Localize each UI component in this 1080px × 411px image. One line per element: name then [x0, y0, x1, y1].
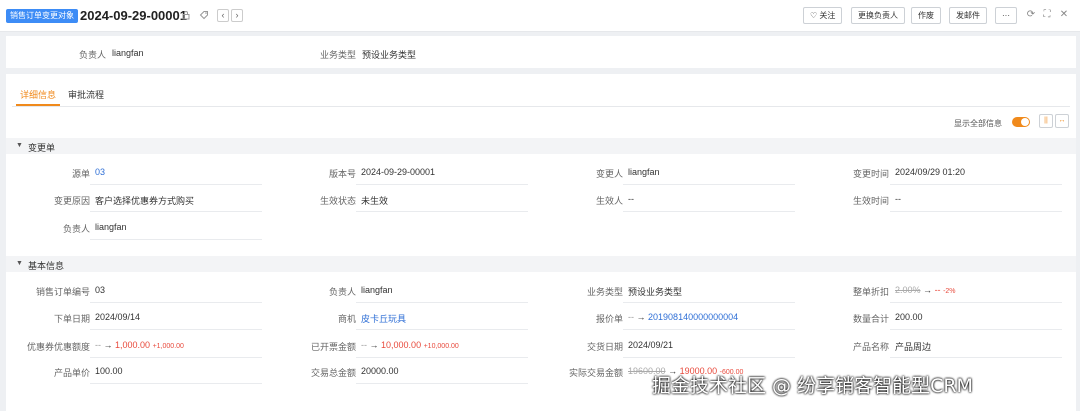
change-time-value: 2024/09/29 01:20 [895, 167, 966, 177]
heart-icon: ♡ [810, 11, 818, 20]
section-change-title: 变更单 [28, 143, 56, 153]
opportunity-link[interactable]: 皮卡丘玩具 [361, 312, 406, 325]
coupon-new: 1,000.00 [115, 340, 151, 350]
arrow-right-icon: → [923, 285, 933, 295]
coupon-delta: +1,000.00 [152, 343, 184, 350]
section-change-header[interactable]: ▼ 变更单 [6, 138, 1076, 154]
record-title: 2024-09-29-00001 [80, 8, 187, 23]
expand-view-icon[interactable]: ↔ [1055, 114, 1069, 128]
lock-icon[interactable] [180, 10, 192, 22]
order-date-value: 2024/09/14 [95, 312, 141, 322]
invoiced-label: 已开票金额 [310, 342, 356, 352]
discount-new: -- [934, 285, 941, 295]
void-button[interactable]: 作废 [911, 7, 941, 24]
delivery-date-label: 交货日期 [586, 342, 623, 352]
reason-value: 客户选择优惠券方式购买 [95, 196, 195, 206]
next-record-button[interactable]: › [231, 9, 243, 22]
delivery-date-value: 2024/09/21 [628, 340, 674, 350]
changer-label: 变更人 [595, 169, 623, 179]
discount-change: 2.00% → -- -2% [895, 285, 956, 295]
column-view-icon[interactable]: || [1039, 114, 1053, 128]
summary-biz-type-value: 预设业务类型 [362, 50, 417, 60]
tab-details[interactable]: 详细信息 [20, 88, 56, 101]
change-owner-value: liangfan [95, 222, 127, 232]
qty-value: 200.00 [895, 312, 923, 322]
summary-owner-value: liangfan [112, 48, 144, 58]
product-name-label: 产品名称 [852, 342, 889, 352]
invoiced-new: 10,000.00 [381, 340, 422, 350]
reason-label: 变更原因 [53, 196, 90, 206]
order-no-label: 销售订单编号 [35, 287, 90, 297]
effector-value: -- [628, 194, 634, 204]
invoiced-old: -- [361, 340, 367, 350]
coupon-old: -- [95, 340, 101, 350]
source-label: 源单 [71, 169, 90, 179]
product-name-value: 产品周边 [895, 342, 932, 352]
biz-type-value: 预设业务类型 [628, 287, 683, 297]
more-actions-button[interactable]: ··· [995, 7, 1017, 24]
effect-time-label: 生效时间 [852, 196, 889, 206]
watermark-text: 掘金技术社区 @ 纷享销客智能型CRM [652, 375, 973, 397]
quote-label: 报价单 [595, 314, 623, 324]
arrow-right-icon: → [636, 312, 646, 322]
object-type-badge: 销售订单变更对象 [6, 9, 78, 23]
basic-owner-value: liangfan [361, 285, 393, 295]
prev-record-button[interactable]: ‹ [217, 9, 229, 22]
order-no-value: 03 [95, 285, 106, 295]
change-time-label: 变更时间 [852, 169, 889, 179]
send-email-button[interactable]: 发邮件 [949, 7, 987, 24]
detail-card: 详细信息 审批流程 显示全部信息 || ↔ ▼ 变更单 源单 03 版本号 20… [6, 74, 1076, 411]
basic-owner-label: 负责人 [328, 287, 356, 297]
change-owner-button[interactable]: 更换负责人 [851, 7, 905, 24]
section-basic-title: 基本信息 [28, 261, 65, 271]
refresh-icon[interactable]: ⟳ [1025, 9, 1037, 21]
summary-owner-label: 负责人 [78, 50, 106, 60]
caret-down-icon: ▼ [16, 260, 23, 267]
total-label: 交易总金额 [310, 368, 356, 378]
effect-status-label: 生效状态 [319, 196, 356, 206]
unit-price-label: 产品单价 [53, 368, 90, 378]
effector-label: 生效人 [595, 196, 623, 206]
summary-biz-type-label: 业务类型 [319, 50, 356, 60]
discount-label: 整单折扣 [852, 287, 889, 297]
discount-delta: -2% [943, 288, 956, 295]
total-value: 20000.00 [361, 366, 399, 376]
arrow-right-icon: → [369, 340, 379, 350]
tab-divider [12, 106, 1070, 107]
arrow-right-icon: → [103, 340, 113, 350]
caret-down-icon: ▼ [16, 142, 23, 149]
show-all-toggle[interactable] [1012, 117, 1030, 127]
follow-button[interactable]: ♡ 关注 [803, 7, 843, 24]
change-owner-label: 负责人 [62, 224, 90, 234]
section-basic-header[interactable]: ▼ 基本信息 [6, 256, 1076, 272]
quote-link[interactable]: 201908140000000004 [648, 312, 738, 322]
tab-approval-flow[interactable]: 审批流程 [68, 88, 104, 101]
qty-label: 数量合计 [852, 314, 889, 324]
top-bar: 销售订单变更对象 2024-09-29-00001 ‹ › ♡ 关注 更换负责人… [0, 0, 1080, 32]
source-link[interactable]: 03 [95, 167, 105, 177]
quote-old: -- [628, 312, 634, 322]
fullscreen-icon[interactable]: ⛶ [1041, 9, 1053, 21]
actual-label: 实际交易金额 [568, 368, 623, 378]
biz-type-label: 业务类型 [586, 287, 623, 297]
version-value: 2024-09-29-00001 [361, 167, 436, 177]
opportunity-label: 商机 [337, 314, 356, 324]
unit-price-value: 100.00 [95, 366, 123, 376]
effect-time-value: -- [895, 194, 901, 204]
discount-old: 2.00% [895, 285, 921, 295]
invoiced-delta: +10,000.00 [423, 343, 459, 350]
show-all-label: 显示全部信息 [954, 119, 1002, 128]
coupon-label: 优惠券优惠额度 [26, 342, 90, 352]
invoiced-change: -- → 10,000.00 +10,000.00 [361, 340, 459, 350]
tag-icon[interactable] [198, 10, 210, 22]
coupon-change: -- → 1,000.00 +1,000.00 [95, 340, 184, 350]
summary-card: 负责人 liangfan 业务类型 预设业务类型 [6, 36, 1076, 68]
quote-change: -- → 201908140000000004 [628, 312, 738, 322]
changer-value: liangfan [628, 167, 660, 177]
version-label: 版本号 [328, 169, 356, 179]
order-date-label: 下单日期 [53, 314, 90, 324]
close-icon[interactable]: ✕ [1058, 9, 1070, 21]
effect-status-value: 未生效 [361, 196, 389, 206]
